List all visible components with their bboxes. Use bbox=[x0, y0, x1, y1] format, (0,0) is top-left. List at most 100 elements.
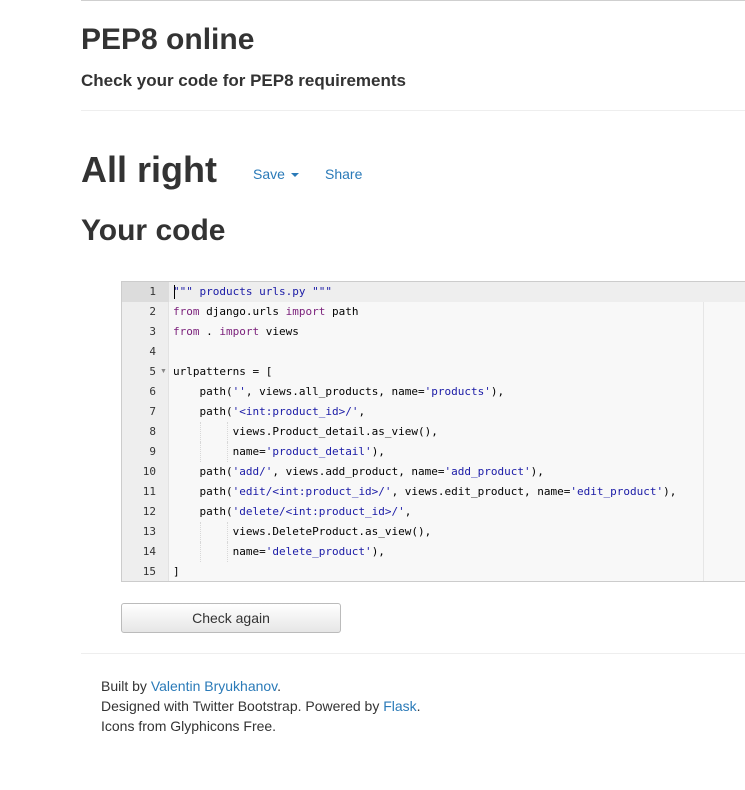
code-text: """ products urls.py """ bbox=[169, 282, 745, 302]
code-keyword: import bbox=[285, 305, 326, 318]
built-by-period: . bbox=[277, 678, 282, 694]
code-line: 13 views.DeleteProduct.as_view(), bbox=[122, 522, 745, 542]
code-token: ), bbox=[663, 485, 677, 498]
footer-designed: Designed with Twitter Bootstrap. Powered… bbox=[101, 696, 421, 716]
line-number: 3 bbox=[149, 325, 156, 338]
line-number-cell: 1 bbox=[122, 282, 169, 302]
line-number-cell: 12 bbox=[122, 502, 169, 522]
line-number-cell: 8 bbox=[122, 422, 169, 442]
code-line: 8 views.Product_detail.as_view(), bbox=[122, 422, 745, 442]
code-lines: 1 """ products urls.py """ 2 from django.ur… bbox=[122, 282, 745, 581]
code-token: , bbox=[404, 505, 412, 518]
code-token: urlpatterns = [ bbox=[173, 365, 273, 378]
flask-link[interactable]: Flask bbox=[383, 698, 416, 714]
code-token: views bbox=[259, 325, 299, 338]
line-number-cell: 5 ▼ bbox=[122, 362, 169, 382]
code-token: name= bbox=[173, 445, 266, 458]
code-line: 5 ▼ urlpatterns = [ bbox=[122, 362, 745, 382]
code-string: 'delete_product' bbox=[265, 545, 372, 558]
code-keyword: from bbox=[173, 305, 200, 318]
indent-guide bbox=[200, 522, 202, 542]
text-cursor bbox=[174, 285, 175, 299]
code-token: ), bbox=[371, 445, 385, 458]
header-divider bbox=[81, 110, 745, 111]
code-section-title: Your code bbox=[81, 214, 226, 247]
footer-divider bbox=[81, 653, 745, 654]
code-line: 14 name='delete_product'), bbox=[122, 542, 745, 562]
line-number-cell: 9 bbox=[122, 442, 169, 462]
code-text: from . import views bbox=[169, 322, 745, 342]
save-dropdown[interactable]: Save bbox=[253, 164, 299, 184]
indent-guide bbox=[200, 542, 202, 562]
code-token: , views.add_product, name= bbox=[272, 465, 445, 478]
code-line: 11 path('edit/<int:product_id>/', views.… bbox=[122, 482, 745, 502]
save-label: Save bbox=[253, 166, 285, 182]
indent-guide bbox=[200, 422, 202, 442]
line-number-cell: 6 bbox=[122, 382, 169, 402]
code-text: name='product_detail'), bbox=[169, 442, 745, 462]
indent-guide bbox=[227, 422, 229, 442]
indent-guide bbox=[227, 542, 229, 562]
code-token: ), bbox=[490, 385, 505, 398]
line-number-cell: 7 bbox=[122, 402, 169, 422]
line-number-cell: 4 bbox=[122, 342, 169, 362]
code-line: 7 path('<int:product_id>/', bbox=[122, 402, 745, 422]
code-text: path('add/', views.add_product, name='ad… bbox=[169, 462, 745, 482]
result-status: All right bbox=[81, 149, 217, 190]
code-editor[interactable]: 1 """ products urls.py """ 2 from django.ur… bbox=[121, 281, 745, 582]
line-number: 10 bbox=[142, 465, 156, 478]
code-string: 'product_detail' bbox=[265, 445, 372, 458]
code-text: ] bbox=[169, 562, 745, 581]
code-string: 'add_product' bbox=[444, 465, 531, 478]
code-line: 4 bbox=[122, 342, 745, 362]
line-number: 7 bbox=[149, 405, 156, 418]
code-string: """ products urls.py """ bbox=[173, 285, 332, 298]
code-string: 'products' bbox=[424, 385, 491, 398]
line-number: 13 bbox=[142, 525, 156, 538]
indent-guide bbox=[200, 442, 202, 462]
line-number: 5 bbox=[149, 365, 156, 378]
code-line: 12 path('delete/<int:product_id>/', bbox=[122, 502, 745, 522]
code-text: views.Product_detail.as_view(), bbox=[169, 422, 745, 442]
code-line: 6 path('', views.all_products, name='pro… bbox=[122, 382, 745, 402]
code-token: ), bbox=[371, 545, 385, 558]
code-token: views.Product_detail.as_view(), bbox=[173, 425, 438, 438]
code-token: ), bbox=[530, 465, 544, 478]
share-link[interactable]: Share bbox=[325, 164, 362, 184]
code-text: views.DeleteProduct.as_view(), bbox=[169, 522, 745, 542]
author-link[interactable]: Valentin Bryukhanov bbox=[151, 678, 277, 694]
code-token: ] bbox=[173, 565, 180, 578]
code-token: path( bbox=[173, 505, 233, 518]
line-number: 12 bbox=[142, 505, 156, 518]
code-line: 3 from . import views bbox=[122, 322, 745, 342]
line-number: 2 bbox=[149, 305, 156, 318]
line-number: 11 bbox=[142, 485, 156, 498]
code-token: django.urls bbox=[199, 305, 286, 318]
code-token: name= bbox=[173, 545, 266, 558]
code-token: , bbox=[358, 405, 366, 418]
built-by-text: Built by bbox=[101, 678, 151, 694]
code-text: path('edit/<int:product_id>/', views.edi… bbox=[169, 482, 745, 502]
designed-period: . bbox=[416, 698, 421, 714]
fold-toggle-icon[interactable]: ▼ bbox=[160, 362, 167, 382]
line-number-cell: 13 bbox=[122, 522, 169, 542]
footer-icons-credit: Icons from Glyphicons Free. bbox=[101, 718, 277, 734]
code-line: 9 name='product_detail'), bbox=[122, 442, 745, 462]
code-string: 'add/' bbox=[232, 465, 273, 478]
line-number: 1 bbox=[149, 285, 156, 298]
line-number: 4 bbox=[149, 345, 156, 358]
line-number: 6 bbox=[149, 385, 156, 398]
code-token: path( bbox=[173, 405, 233, 418]
code-token: . bbox=[199, 325, 220, 338]
footer-built-by: Built by Valentin Bryukhanov. bbox=[101, 676, 421, 696]
code-string: 'edit/<int:product_id>/' bbox=[232, 485, 392, 498]
caret-down-icon bbox=[290, 173, 299, 178]
code-token: views.DeleteProduct.as_view(), bbox=[173, 525, 432, 538]
top-border bbox=[81, 0, 745, 1]
code-text: name='delete_product'), bbox=[169, 542, 745, 562]
check-again-button[interactable]: Check again bbox=[121, 603, 341, 633]
code-line: 15] bbox=[122, 562, 745, 581]
line-number: 9 bbox=[149, 445, 156, 458]
code-token: , views.all_products, name= bbox=[245, 385, 425, 398]
